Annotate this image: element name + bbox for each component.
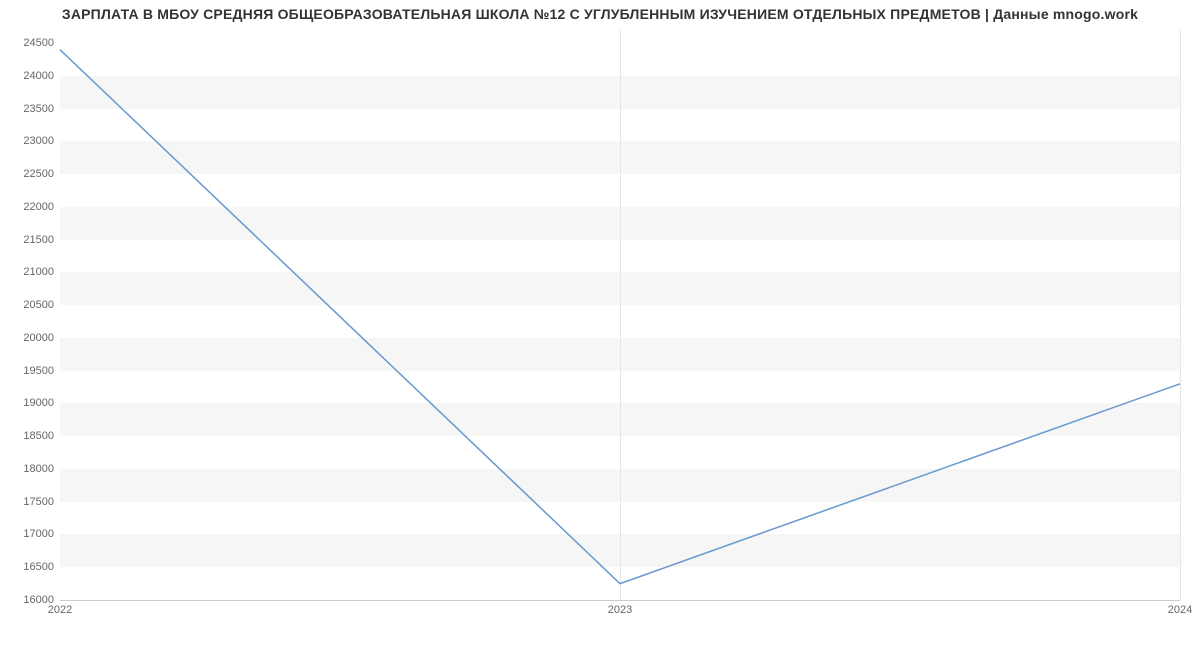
x-tick-label: 2023 bbox=[608, 604, 632, 616]
plot-area bbox=[60, 30, 1180, 601]
x-tick-label: 2024 bbox=[1168, 604, 1192, 616]
y-tick-label: 18000 bbox=[4, 463, 54, 475]
grid-vline bbox=[1180, 30, 1181, 600]
y-tick-label: 18500 bbox=[4, 430, 54, 442]
y-tick-label: 19000 bbox=[4, 397, 54, 409]
y-tick-label: 17000 bbox=[4, 528, 54, 540]
y-tick-label: 20500 bbox=[4, 299, 54, 311]
y-tick-label: 16000 bbox=[4, 594, 54, 606]
series-line bbox=[60, 50, 1180, 584]
chart-title: ЗАРПЛАТА В МБОУ СРЕДНЯЯ ОБЩЕОБРАЗОВАТЕЛЬ… bbox=[0, 6, 1200, 22]
y-tick-label: 21000 bbox=[4, 266, 54, 278]
line-series bbox=[60, 30, 1180, 600]
y-tick-label: 16500 bbox=[4, 561, 54, 573]
y-tick-label: 17500 bbox=[4, 496, 54, 508]
y-tick-label: 24000 bbox=[4, 70, 54, 82]
y-tick-label: 19500 bbox=[4, 365, 54, 377]
y-tick-label: 20000 bbox=[4, 332, 54, 344]
y-tick-label: 23500 bbox=[4, 103, 54, 115]
y-tick-label: 23000 bbox=[4, 135, 54, 147]
y-tick-label: 22500 bbox=[4, 168, 54, 180]
y-tick-label: 24500 bbox=[4, 37, 54, 49]
chart-container: ЗАРПЛАТА В МБОУ СРЕДНЯЯ ОБЩЕОБРАЗОВАТЕЛЬ… bbox=[0, 0, 1200, 650]
y-tick-label: 21500 bbox=[4, 234, 54, 246]
y-tick-label: 22000 bbox=[4, 201, 54, 213]
